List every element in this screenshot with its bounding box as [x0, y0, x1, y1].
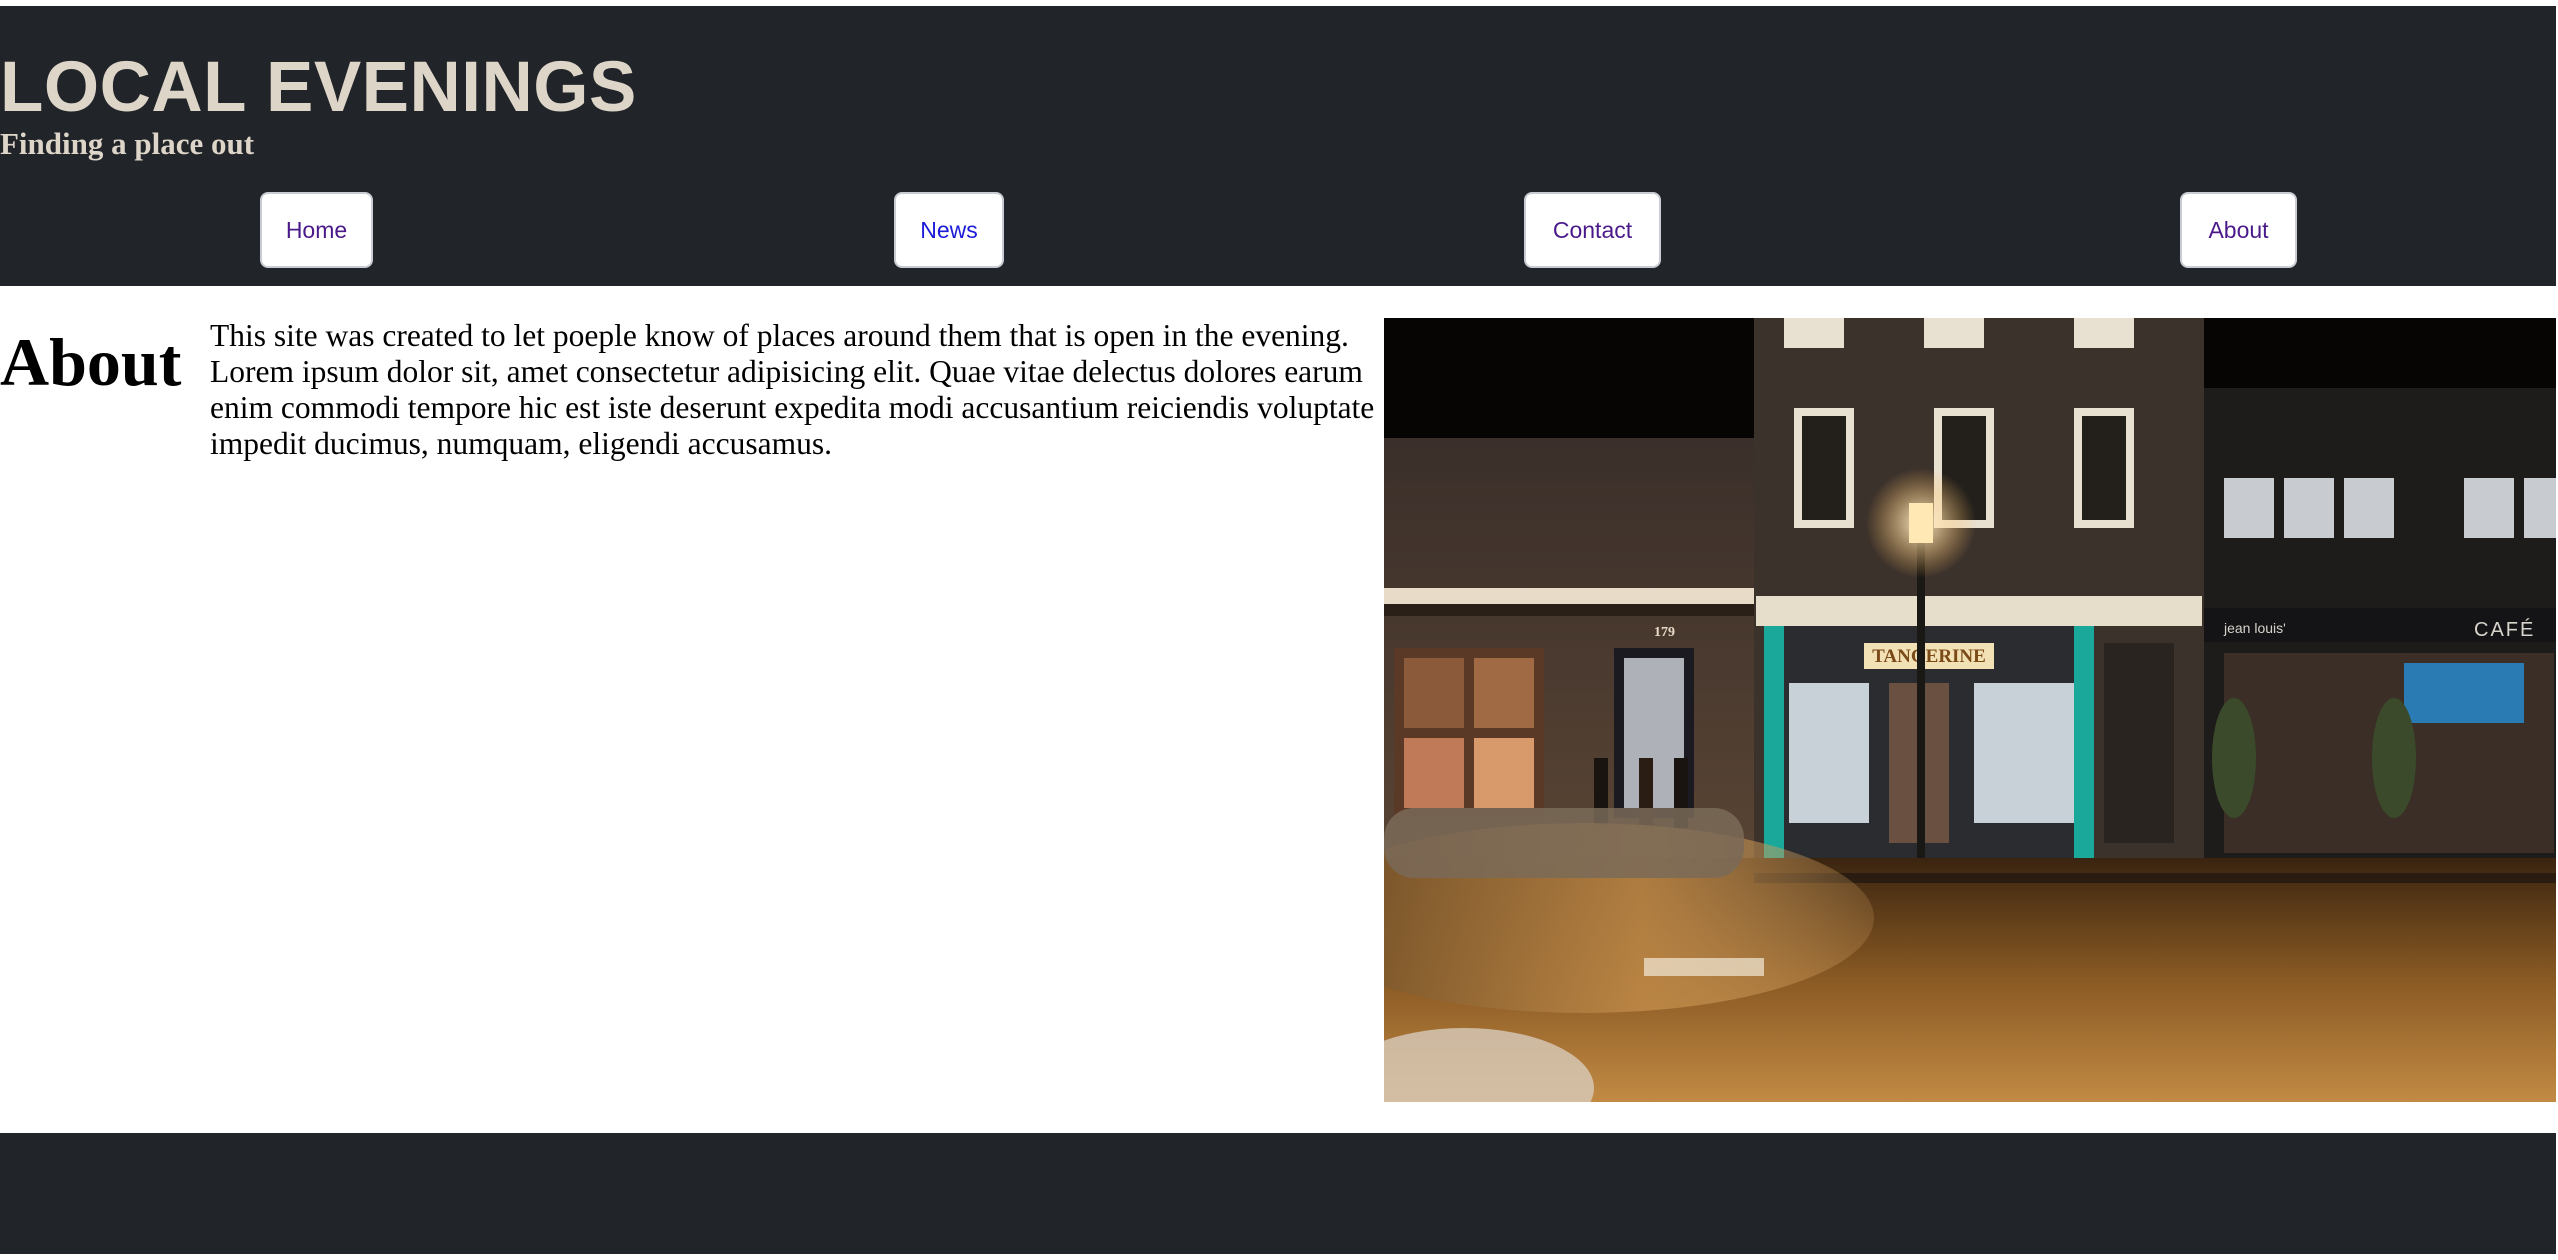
- photo-store-sign: TANGERINE: [1872, 646, 1986, 667]
- street-night-photo-image: 179 TANGERINE jean louis' CAFÉ: [1384, 318, 2556, 1102]
- site-footer: [0, 1133, 2556, 1254]
- site-header: LOCAL EVENINGS Finding a place out Home …: [0, 6, 2556, 286]
- photo-restaurant-sign: jean louis': [2223, 620, 2286, 636]
- nav-contact-button[interactable]: Contact: [1524, 192, 1661, 268]
- street-night-photo: 179 TANGERINE jean louis' CAFÉ: [1384, 318, 2556, 1102]
- photo-cafe-sign: CAFÉ: [2474, 618, 2535, 641]
- about-heading: About: [0, 324, 182, 400]
- site-subtitle: Finding a place out: [0, 126, 255, 161]
- nav-about-button[interactable]: About: [2180, 192, 2297, 268]
- about-text: This site was created to let poeple know…: [210, 318, 1375, 461]
- photo-store-number: 179: [1654, 625, 1675, 640]
- nav-home-button[interactable]: Home: [260, 192, 373, 268]
- nav-news-button[interactable]: News: [894, 192, 1004, 268]
- site-title: LOCAL EVENINGS: [0, 48, 637, 127]
